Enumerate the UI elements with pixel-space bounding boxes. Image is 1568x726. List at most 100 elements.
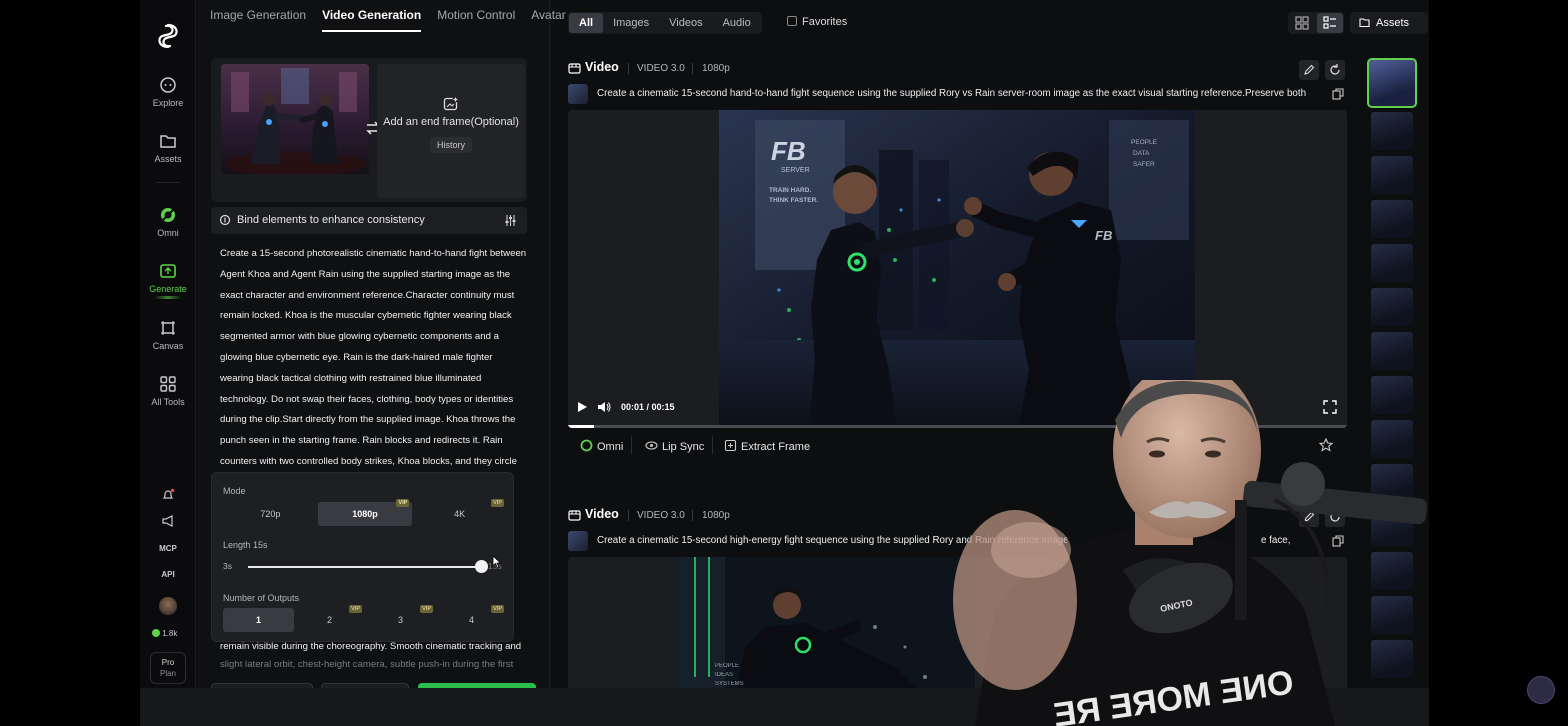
history-thumbnail[interactable]: [1371, 288, 1413, 326]
tab-motion-control[interactable]: Motion Control: [437, 8, 515, 32]
tab-avatar[interactable]: Avatar: [531, 8, 565, 32]
nav-omni[interactable]: Omni: [140, 205, 196, 238]
outputs-option-1[interactable]: 1: [223, 608, 294, 632]
length-slider-knob[interactable]: [475, 560, 488, 573]
volume-icon[interactable]: [597, 400, 611, 414]
mode-selector: 720p 1080p VIP 4K VIP: [223, 499, 507, 526]
history-thumbnail[interactable]: [1371, 112, 1413, 150]
mode-tabs: Image Generation Video Generation Motion…: [210, 8, 566, 32]
history-thumbnail[interactable]: [1371, 332, 1413, 370]
plan-badge[interactable]: Pro Plan: [150, 652, 186, 684]
lip-sync-action[interactable]: Lip Sync: [645, 439, 704, 453]
prompt-text[interactable]: Create a 15-second photorealistic cinema…: [220, 244, 527, 473]
vip-badge: VIP: [420, 605, 433, 613]
play-icon[interactable]: [576, 401, 588, 413]
avatar[interactable]: [159, 597, 177, 615]
reference-thumbnail[interactable]: [568, 84, 588, 104]
nav-label: Omni: [157, 228, 179, 238]
cursor-icon: [492, 555, 502, 569]
webcam-overlay: ONE MORE RE ONOTO: [953, 380, 1428, 726]
filter-videos[interactable]: Videos: [659, 13, 712, 33]
checkbox-icon: [787, 16, 797, 26]
start-frame-image[interactable]: [221, 64, 369, 174]
copy-icon[interactable]: [1332, 88, 1344, 100]
nav-canvas[interactable]: Canvas: [140, 318, 196, 351]
video-icon: [568, 510, 581, 521]
omni-icon: [161, 208, 175, 222]
assets-button[interactable]: Assets: [1350, 12, 1428, 34]
omni-action[interactable]: Omni: [580, 439, 623, 453]
mode-option-1080p[interactable]: 1080p VIP: [317, 499, 413, 526]
nav-all-tools[interactable]: All Tools: [140, 374, 196, 407]
nav-label: Generate: [149, 284, 187, 294]
bind-elements-button[interactable]: Bind elements to enhance consistency: [211, 207, 527, 234]
credits-icon: [152, 629, 160, 637]
assets-label: Assets: [1376, 17, 1410, 29]
nav-api[interactable]: API: [140, 570, 196, 579]
extract-frame-label: Extract Frame: [741, 441, 811, 453]
history-thumbnail[interactable]: [1371, 156, 1413, 194]
history-thumbnail[interactable]: [1371, 244, 1413, 282]
nav-generate[interactable]: Generate: [140, 261, 196, 294]
nav-label: All Tools: [151, 397, 185, 407]
left-nav: Explore Assets Omni Generate Canvas All …: [140, 0, 196, 688]
grid-view-icon[interactable]: [1294, 15, 1310, 31]
video-icon: [568, 63, 581, 74]
svg-text:PEOPLE: PEOPLE: [1131, 139, 1158, 146]
history-thumbnail[interactable]: [1367, 58, 1417, 108]
video-frame: PEOPLE IDEAS SYSTEMS: [675, 557, 975, 697]
end-frame-upload[interactable]: Add an end frame(Optional) History: [377, 64, 525, 198]
extract-frame-action[interactable]: Extract Frame: [724, 439, 810, 453]
svg-text:SAFER: SAFER: [1133, 161, 1155, 168]
filter-images[interactable]: Images: [603, 13, 659, 33]
mode-option-720p[interactable]: 720p: [223, 502, 318, 526]
bind-label: Bind elements to enhance consistency: [237, 214, 425, 226]
vip-badge: VIP: [396, 499, 410, 507]
credits-badge[interactable]: 1.8k: [152, 629, 177, 638]
nav-divider: [156, 182, 180, 183]
regenerate-icon[interactable]: [1325, 60, 1345, 80]
corner-brand-icon[interactable]: [1527, 676, 1555, 704]
length-slider-track[interactable]: [248, 566, 484, 568]
mode-option-4k[interactable]: 4K VIP: [412, 499, 507, 526]
favorites-checkbox[interactable]: Favorites: [787, 16, 847, 28]
view-toggle: [1288, 12, 1344, 34]
history-thumbnail[interactable]: [1371, 200, 1413, 238]
end-frame-label: Add an end frame(Optional): [383, 116, 519, 128]
card-title: Video: [585, 60, 619, 74]
frame-inputs: Add an end frame(Optional) History: [211, 58, 527, 202]
nav-label: Explore: [152, 98, 184, 108]
list-view-icon[interactable]: [1322, 15, 1338, 31]
length-min: 3s: [223, 561, 232, 571]
svg-text:THINK FASTER.: THINK FASTER.: [769, 197, 818, 204]
canvas-icon: [161, 321, 175, 335]
settings-popover: Mode 720p 1080p VIP 4K VIP Length 15s 3s 1…: [211, 472, 514, 642]
outputs-label: Number of Outputs: [223, 593, 300, 603]
svg-text:SYSTEMS: SYSTEMS: [715, 681, 744, 687]
nav-mcp[interactable]: MCP: [140, 544, 196, 553]
app-logo-icon[interactable]: [154, 22, 182, 50]
tab-video-generation[interactable]: Video Generation: [322, 8, 422, 32]
outputs-selector: 1 2 VIP 3 VIP 4 VIP: [223, 605, 507, 632]
filter-audio[interactable]: Audio: [713, 13, 761, 33]
bell-icon[interactable]: [161, 488, 175, 502]
favorites-label: Favorites: [802, 16, 848, 28]
video-time: 00:01 / 00:15: [621, 402, 675, 412]
nav-label: Assets: [154, 154, 182, 164]
tab-image-generation[interactable]: Image Generation: [210, 8, 306, 32]
outputs-option-2[interactable]: 2 VIP: [294, 605, 365, 632]
edit-icon[interactable]: [1299, 60, 1319, 80]
card-prompt-text: Create a cinematic 15-second hand-to-han…: [597, 88, 1307, 99]
outputs-option-4[interactable]: 4 VIP: [436, 605, 507, 632]
video-progress-fill: [568, 425, 595, 428]
reference-thumbnail[interactable]: [568, 531, 588, 551]
add-image-icon: [443, 96, 459, 111]
plan-sub: Plan: [159, 669, 176, 678]
outputs-option-3[interactable]: 3 VIP: [365, 605, 436, 632]
nav-explore[interactable]: Explore: [140, 75, 196, 108]
megaphone-icon[interactable]: [161, 514, 175, 528]
card-resolution: 1080p: [702, 510, 730, 521]
history-button[interactable]: History: [429, 137, 472, 153]
filter-all[interactable]: All: [569, 13, 604, 33]
nav-assets[interactable]: Assets: [140, 131, 196, 164]
